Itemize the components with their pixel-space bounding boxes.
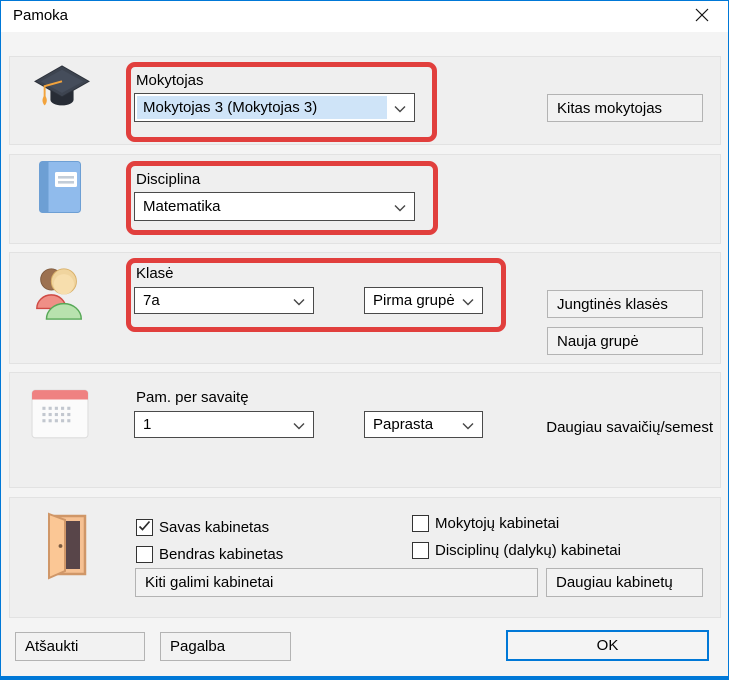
subject-panel: Disciplina Matematika bbox=[9, 154, 721, 244]
subject-rooms-checkbox[interactable]: Disciplinų (dalykų) kabinetai bbox=[412, 542, 621, 559]
chevron-down-icon bbox=[394, 198, 406, 215]
chevron-down-icon bbox=[462, 416, 474, 433]
lesson-dialog: Pamoka Mokytojas Mokytojas 3 (Mokytojas … bbox=[0, 0, 729, 680]
checkmark-icon bbox=[138, 519, 151, 536]
group-select[interactable]: Pirma grupė bbox=[364, 287, 483, 314]
checkbox-box bbox=[136, 546, 153, 563]
teacher-panel: Mokytojas Mokytojas 3 (Mokytojas 3) Kita… bbox=[9, 56, 721, 145]
subject-rooms-label: Disciplinų (dalykų) kabinetai bbox=[435, 542, 621, 559]
teacher-select[interactable]: Mokytojas 3 (Mokytojas 3) bbox=[134, 93, 415, 122]
cancel-button-label: Atšaukti bbox=[25, 638, 78, 655]
lessons-per-week-label: Pam. per savaitę bbox=[136, 389, 249, 406]
class-label: Klasė bbox=[136, 265, 174, 282]
chevron-down-icon bbox=[462, 292, 474, 309]
room-panel: Savas kabinetas Bendras kabinetas Mokyto… bbox=[9, 497, 721, 618]
week-panel: Pam. per savaitę 1 Paprasta Daugiau sava… bbox=[9, 372, 721, 488]
lesson-type-select[interactable]: Paprasta bbox=[364, 411, 483, 438]
new-group-button[interactable]: Nauja grupė bbox=[547, 327, 703, 355]
chevron-down-icon bbox=[293, 416, 305, 433]
joint-classes-button-label: Jungtinės klasės bbox=[557, 296, 668, 313]
shared-room-label: Bendras kabinetas bbox=[159, 546, 283, 563]
teacher-select-value: Mokytojas 3 (Mokytojas 3) bbox=[143, 99, 317, 116]
book-icon bbox=[38, 160, 82, 218]
own-room-label: Savas kabinetas bbox=[159, 519, 269, 536]
help-button-label: Pagalba bbox=[170, 638, 225, 655]
checkbox-box bbox=[136, 519, 153, 536]
class-select-value: 7a bbox=[143, 292, 160, 309]
close-button[interactable] bbox=[692, 8, 712, 26]
lessons-count-value: 1 bbox=[143, 416, 151, 433]
subject-select[interactable]: Matematika bbox=[134, 192, 415, 221]
subject-label: Disciplina bbox=[136, 171, 200, 188]
dialog-title: Pamoka bbox=[13, 7, 68, 24]
group-select-value: Pirma grupė bbox=[373, 292, 455, 309]
chevron-down-icon bbox=[394, 99, 406, 116]
people-icon bbox=[31, 263, 89, 325]
teachers-rooms-label: Mokytojų kabinetai bbox=[435, 515, 559, 532]
close-icon bbox=[695, 8, 709, 26]
more-rooms-button[interactable]: Daugiau kabinetų bbox=[546, 568, 703, 597]
more-rooms-button-label: Daugiau kabinetų bbox=[556, 574, 673, 591]
other-teacher-button[interactable]: Kitas mokytojas bbox=[547, 94, 703, 122]
other-rooms-button-label: Kiti galimi kabinetai bbox=[145, 574, 273, 591]
help-button[interactable]: Pagalba bbox=[160, 632, 291, 661]
class-panel: Klasė 7a Pirma grupė Jungtinės klasės Na… bbox=[9, 252, 721, 364]
teacher-label: Mokytojas bbox=[136, 72, 204, 89]
lessons-count-select[interactable]: 1 bbox=[134, 411, 314, 438]
graduation-cap-icon bbox=[31, 63, 93, 121]
checkbox-box bbox=[412, 542, 429, 559]
teachers-rooms-checkbox[interactable]: Mokytojų kabinetai bbox=[412, 515, 559, 532]
own-room-checkbox[interactable]: Savas kabinetas bbox=[136, 519, 269, 536]
subject-select-value: Matematika bbox=[143, 198, 221, 215]
new-group-button-label: Nauja grupė bbox=[557, 333, 639, 350]
other-teacher-button-label: Kitas mokytojas bbox=[557, 100, 662, 117]
class-select[interactable]: 7a bbox=[134, 287, 314, 314]
other-rooms-button[interactable]: Kiti galimi kabinetai bbox=[135, 568, 538, 597]
title-bar: Pamoka bbox=[1, 1, 728, 32]
more-weeks-link[interactable]: Daugiau savaičių/semest bbox=[546, 419, 713, 436]
cancel-button[interactable]: Atšaukti bbox=[15, 632, 145, 661]
lesson-type-value: Paprasta bbox=[373, 416, 433, 433]
door-icon bbox=[39, 512, 91, 584]
checkbox-box bbox=[412, 515, 429, 532]
ok-button-label: OK bbox=[597, 637, 619, 654]
ok-button[interactable]: OK bbox=[506, 630, 709, 661]
calendar-icon bbox=[31, 387, 89, 445]
chevron-down-icon bbox=[293, 292, 305, 309]
shared-room-checkbox[interactable]: Bendras kabinetas bbox=[136, 546, 283, 563]
joint-classes-button[interactable]: Jungtinės klasės bbox=[547, 290, 703, 318]
